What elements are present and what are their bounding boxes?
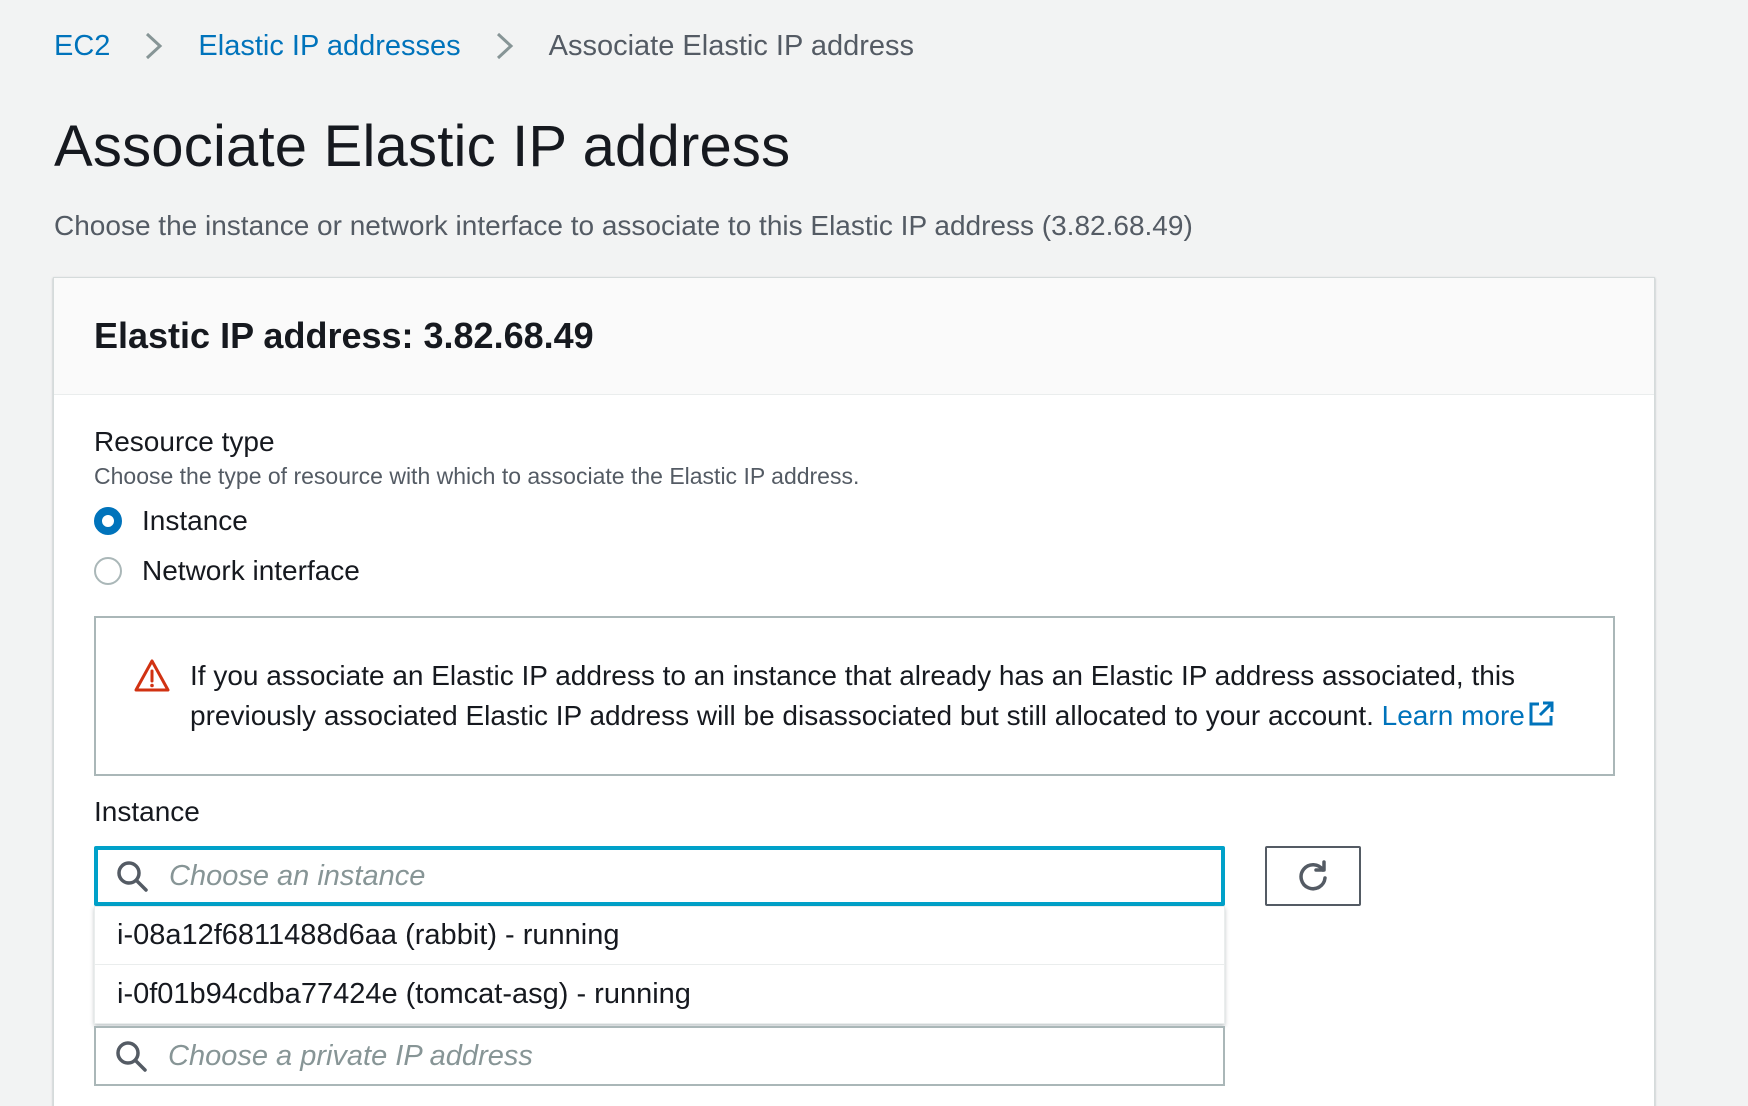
radio-instance-label: Instance: [142, 505, 248, 536]
card-header: Elastic IP address: 3.82.68.49: [54, 278, 1654, 395]
search-icon: [116, 1041, 147, 1072]
instance-label: Instance: [94, 796, 200, 827]
page: EC2 Elastic IP addresses Associate Elast…: [0, 0, 1748, 1106]
private-ip-search-input[interactable]: [168, 1039, 1168, 1073]
instance-search-box[interactable]: [94, 846, 1225, 906]
breadcrumb-ec2-link[interactable]: EC2: [54, 28, 110, 64]
instance-dropdown: i-08a12f6811488d6aa (rabbit) - running i…: [94, 906, 1225, 1024]
resource-type-description: Choose the type of resource with which t…: [94, 463, 860, 489]
association-card: Elastic IP address: 3.82.68.49 Resource …: [53, 277, 1655, 1106]
breadcrumb-current: Associate Elastic IP address: [548, 30, 915, 62]
page-title: Associate Elastic IP address: [54, 114, 791, 179]
refresh-button[interactable]: [1265, 846, 1361, 906]
radio-instance[interactable]: Instance: [94, 504, 248, 538]
radio-network-interface-button[interactable]: [94, 557, 122, 585]
resource-type-label: Resource type: [94, 426, 275, 457]
search-icon: [117, 861, 148, 892]
radio-network-interface-label: Network interface: [142, 555, 360, 586]
learn-more-label: Learn more: [1381, 700, 1525, 731]
radio-network-interface[interactable]: Network interface: [94, 554, 360, 588]
instance-search-input[interactable]: [169, 859, 1169, 893]
external-link-icon: [1529, 701, 1554, 726]
chevron-right-icon: [136, 28, 172, 64]
learn-more-link[interactable]: Learn more: [1382, 700, 1555, 731]
page-description: Choose the instance or network interface…: [54, 210, 1193, 241]
refresh-icon: [1299, 860, 1327, 891]
alert-text-line1: If you associate an Elastic IP address t…: [190, 660, 1516, 691]
radio-instance-button[interactable]: [94, 507, 122, 535]
private-ip-search-box[interactable]: [94, 1026, 1225, 1086]
alert-text: If you associate an Elastic IP address t…: [190, 656, 1555, 774]
warning-icon: [134, 659, 170, 692]
warning-alert: If you associate an Elastic IP address t…: [94, 616, 1615, 776]
instance-option-tomcat-asg[interactable]: i-0f01b94cdba77424e (tomcat-asg) - runni…: [95, 965, 1224, 1023]
breadcrumb: EC2 Elastic IP addresses Associate Elast…: [54, 28, 914, 64]
instance-option-rabbit[interactable]: i-08a12f6811488d6aa (rabbit) - running: [95, 907, 1224, 965]
card-title: Elastic IP address: 3.82.68.49: [94, 315, 594, 356]
chevron-right-icon: [487, 28, 523, 64]
breadcrumb-elastic-ips-link[interactable]: Elastic IP addresses: [198, 28, 460, 64]
alert-text-line2: previously associated Elastic IP address…: [190, 700, 1374, 731]
